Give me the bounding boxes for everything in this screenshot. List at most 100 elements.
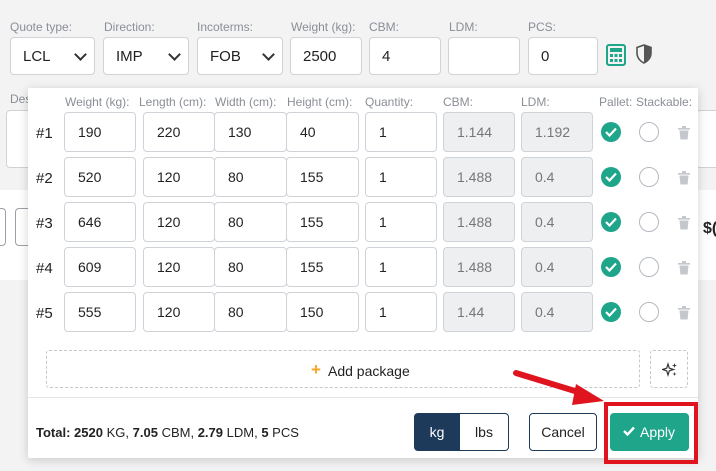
col-cbm-header: CBM: xyxy=(443,95,473,109)
ldm-label: LDM: xyxy=(449,20,478,34)
package-cbm-input: 1.144 xyxy=(443,112,515,152)
trash-icon[interactable] xyxy=(678,126,690,140)
incoterms-label: Incoterms: xyxy=(197,20,254,34)
total-kg-unit: KG, xyxy=(106,425,129,440)
stackable-checkbox[interactable] xyxy=(639,122,659,142)
package-width-input[interactable]: 80 xyxy=(214,247,287,287)
col-width-header: Width (cm): xyxy=(215,95,277,109)
package-quantity-input[interactable]: 1 xyxy=(365,292,437,332)
package-cbm-input: 1.488 xyxy=(443,247,515,287)
package-weight-input[interactable]: 555 xyxy=(64,292,136,332)
cbm-input[interactable]: 4 xyxy=(369,37,441,75)
package-height-input[interactable]: 40 xyxy=(286,112,359,152)
unit-lbs-button[interactable]: lbs xyxy=(460,413,509,451)
package-length-input[interactable]: 120 xyxy=(143,292,215,332)
package-weight-input[interactable]: 609 xyxy=(64,247,136,287)
col-height-header: Height (cm): xyxy=(287,95,353,109)
package-quantity-input[interactable]: 1 xyxy=(365,157,437,197)
pallet-checkbox[interactable] xyxy=(601,212,621,232)
package-weight-input[interactable]: 646 xyxy=(64,202,136,242)
package-width-input[interactable]: 130 xyxy=(214,112,287,152)
check-icon xyxy=(605,217,617,227)
stackable-checkbox[interactable] xyxy=(639,212,659,232)
pcs-label: PCS: xyxy=(528,20,557,34)
col-stackable-header: Stackable: xyxy=(636,95,693,109)
package-ldm-input: 0.4 xyxy=(521,202,593,242)
trash-icon[interactable] xyxy=(678,171,690,185)
package-width-input[interactable]: 80 xyxy=(214,292,287,332)
chevron-down-icon xyxy=(74,48,87,61)
package-weight-input[interactable]: 520 xyxy=(64,157,136,197)
direction-select[interactable]: IMP xyxy=(103,37,189,75)
package-quantity-input[interactable]: 1 xyxy=(365,112,437,152)
col-quantity-header: Quantity: xyxy=(365,95,414,109)
shield-icon[interactable] xyxy=(636,44,652,64)
package-row-label: #4 xyxy=(36,260,53,277)
calculator-icon[interactable] xyxy=(606,44,626,66)
weight-label: Weight (kg): xyxy=(291,20,356,34)
cancel-button[interactable]: Cancel xyxy=(529,413,597,451)
ldm-input[interactable] xyxy=(448,37,520,75)
incoterms-value: FOB xyxy=(210,48,241,65)
side-input[interactable] xyxy=(696,110,716,168)
package-quantity-input[interactable]: 1 xyxy=(365,202,437,242)
pallet-checkbox[interactable] xyxy=(601,167,621,187)
direction-label: Direction: xyxy=(104,20,155,34)
package-height-input[interactable]: 150 xyxy=(286,292,359,332)
col-weight-header: Weight (kg): xyxy=(65,95,130,109)
stackable-checkbox[interactable] xyxy=(639,257,659,277)
package-row-label: #2 xyxy=(36,170,53,187)
incoterms-select[interactable]: FOB xyxy=(197,37,283,75)
package-row-label: #1 xyxy=(36,125,53,142)
pallet-checkbox[interactable] xyxy=(601,302,621,322)
stackable-checkbox[interactable] xyxy=(639,167,659,187)
package-height-input[interactable]: 155 xyxy=(286,202,359,242)
cbm-value: 4 xyxy=(382,48,391,65)
price-value-partial: $( xyxy=(703,220,716,237)
check-icon xyxy=(605,172,617,182)
package-weight-input[interactable]: 190 xyxy=(64,112,136,152)
check-icon xyxy=(605,262,617,272)
check-icon xyxy=(605,127,617,137)
quote-type-select[interactable]: LCL xyxy=(10,37,95,75)
package-width-input[interactable]: 80 xyxy=(214,202,287,242)
col-length-header: Length (cm): xyxy=(139,95,207,109)
trash-icon[interactable] xyxy=(678,216,690,230)
auto-fill-button[interactable] xyxy=(650,350,688,388)
pallet-checkbox[interactable] xyxy=(601,257,621,277)
total-cbm-value: 7.05 xyxy=(132,425,158,440)
package-cbm-input: 1.44 xyxy=(443,292,515,332)
package-length-input[interactable]: 120 xyxy=(143,202,215,242)
total-prefix: Total: xyxy=(36,425,71,440)
direction-value: IMP xyxy=(116,48,143,65)
total-cbm-unit: CBM, xyxy=(161,425,195,440)
add-package-label: Add package xyxy=(328,363,410,379)
package-cbm-input: 1.488 xyxy=(443,157,515,197)
sparkle-icon xyxy=(662,362,677,378)
package-height-input[interactable]: 155 xyxy=(286,157,359,197)
package-ldm-input: 0.4 xyxy=(521,247,593,287)
background-button[interactable] xyxy=(0,208,6,246)
trash-icon[interactable] xyxy=(678,261,690,275)
chevron-down-icon xyxy=(262,48,275,61)
package-ldm-input: 0.4 xyxy=(521,292,593,332)
cbm-label: CBM: xyxy=(369,20,399,34)
stackable-checkbox[interactable] xyxy=(639,302,659,322)
quote-type-value: LCL xyxy=(23,48,51,65)
unit-kg-button[interactable]: kg xyxy=(414,413,460,451)
pallet-checkbox[interactable] xyxy=(601,122,621,142)
package-length-input[interactable]: 120 xyxy=(143,157,215,197)
package-cbm-input: 1.488 xyxy=(443,202,515,242)
package-length-input[interactable]: 120 xyxy=(143,247,215,287)
package-length-input[interactable]: 220 xyxy=(143,112,215,152)
col-pallet-header: Pallet: xyxy=(599,95,633,109)
trash-icon[interactable] xyxy=(678,306,690,320)
weight-input[interactable]: 2500 xyxy=(290,37,362,75)
pcs-value: 0 xyxy=(541,48,550,65)
pcs-input[interactable]: 0 xyxy=(528,37,598,75)
arrow-annotation xyxy=(513,370,604,405)
package-quantity-input[interactable]: 1 xyxy=(365,247,437,287)
package-height-input[interactable]: 155 xyxy=(286,247,359,287)
package-ldm-input: 0.4 xyxy=(521,157,593,197)
package-width-input[interactable]: 80 xyxy=(214,157,287,197)
